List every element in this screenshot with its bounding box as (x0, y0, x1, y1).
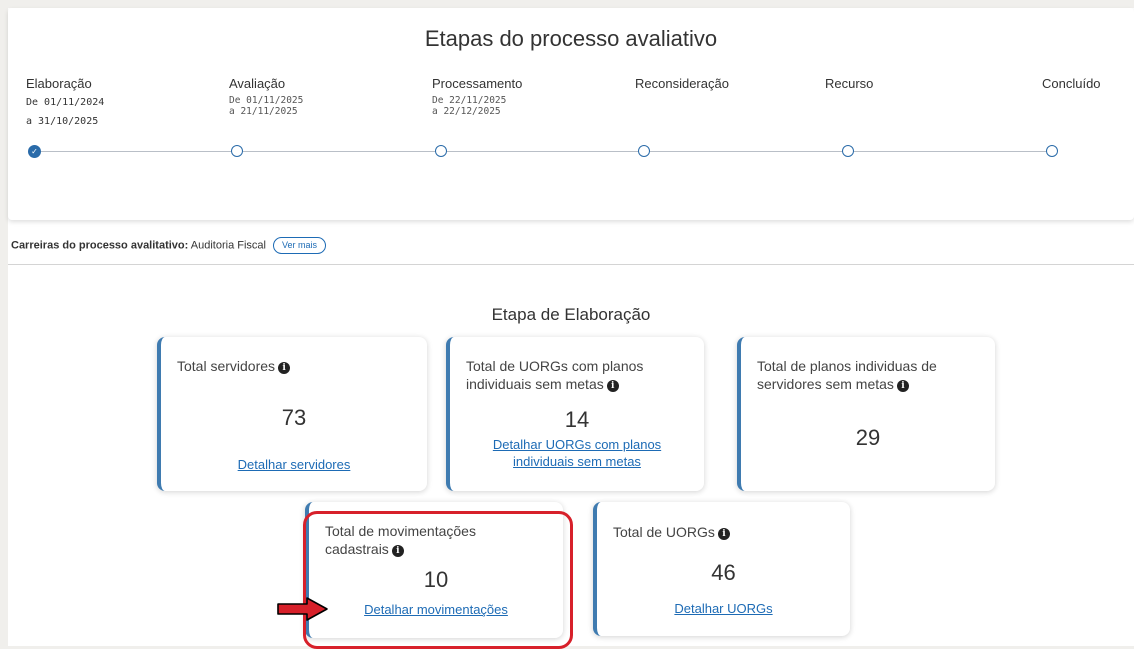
step-date-from: De 22/11/2025 (432, 95, 507, 106)
step-dates: De 22/11/2025 a 22/12/2025 (432, 95, 522, 117)
detalhar-servidores-link[interactable]: Detalhar servidores (161, 456, 427, 473)
detalhar-uorgs-link[interactable]: Detalhar UORGs (597, 600, 850, 617)
step-name: Concluído (1042, 76, 1101, 91)
check-icon: ✓ (31, 147, 38, 156)
step-name: Processamento (432, 76, 523, 91)
step-node[interactable] (231, 145, 243, 157)
card-total-uorgs: Total de UORGs i 46 Detalhar UORGs (593, 502, 850, 636)
detalhar-uorgs-planos-link[interactable]: Detalhar UORGs com planos individuais se… (480, 436, 674, 470)
step-name: Recurso (825, 76, 874, 91)
card-total-uorgs-sem-metas: Total de UORGs com planos individuais se… (446, 337, 704, 491)
stepper-track (34, 151, 1054, 152)
card-value: 73 (281, 405, 307, 430)
step-name: Reconsideração (635, 76, 729, 91)
step-date-to: a 31/10/2025 (26, 116, 99, 127)
stage-title: Etapa de Elaboração (491, 305, 651, 324)
step-date-from: De 01/11/2024 (26, 97, 105, 108)
card-total-planos-sem-metas: Total de planos individuas de servidores… (737, 337, 995, 491)
step-avaliacao: Avaliação De 01/11/2025 a 21/11/2025 (229, 76, 303, 117)
step-node[interactable] (1046, 145, 1058, 157)
careers-value: Auditoria Fiscal (190, 239, 266, 252)
card-value: 29 (855, 425, 881, 450)
card-value: 14 (564, 407, 590, 432)
arrow-right-icon (277, 597, 328, 621)
step-node-done[interactable]: ✓ (28, 145, 41, 158)
info-icon[interactable]: i (278, 362, 291, 374)
info-icon[interactable]: i (717, 528, 730, 540)
page: Etapas do processo avaliativo Elaboração… (8, 8, 1134, 649)
step-node[interactable] (842, 145, 854, 157)
divider (8, 264, 1134, 265)
step-dates: De 01/11/2025 a 21/11/2025 (229, 95, 303, 117)
card-title: Total servidores i (177, 357, 409, 375)
info-icon[interactable]: i (606, 380, 619, 392)
step-elaboracao: Elaboração De 01/11/2024 a 31/10/2025 (26, 76, 104, 131)
step-date-to: a 21/11/2025 (229, 106, 298, 117)
step-date-to: a 22/12/2025 (432, 106, 501, 117)
highlight-box (303, 511, 573, 649)
step-recurso: Recurso (825, 76, 873, 91)
step-processamento: Processamento De 22/11/2025 a 22/12/2025 (432, 76, 522, 117)
card-title: Total de planos individuas de servidores… (757, 358, 937, 392)
step-concluido: Concluído (1042, 76, 1101, 91)
info-icon[interactable]: i (896, 380, 909, 392)
step-dates: De 01/11/2024 a 31/10/2025 (26, 93, 104, 131)
step-node[interactable] (638, 145, 650, 157)
step-name: Elaboração (26, 76, 92, 91)
step-date-from: De 01/11/2025 (229, 95, 304, 106)
step-reconsideracao: Reconsideração (635, 76, 729, 91)
process-stepper: Etapas do processo avaliativo Elaboração… (8, 8, 1134, 220)
card-value: 46 (711, 560, 736, 585)
ver-mais-button[interactable]: Ver mais (273, 237, 327, 254)
step-name: Avaliação (229, 76, 286, 91)
careers-row: Carreiras do processo avalitativo: Audit… (11, 237, 327, 254)
card-total-servidores: Total servidores i 73 Detalhar servidores (157, 337, 427, 491)
step-node[interactable] (435, 145, 447, 157)
card-title: Total de UORGs i (613, 523, 832, 541)
stepper-title: Etapas do processo avaliativo (424, 26, 718, 51)
careers-label: Carreiras do processo avalitativo (11, 239, 185, 252)
card-title: Total de UORGs com planos individuais se… (466, 358, 644, 392)
